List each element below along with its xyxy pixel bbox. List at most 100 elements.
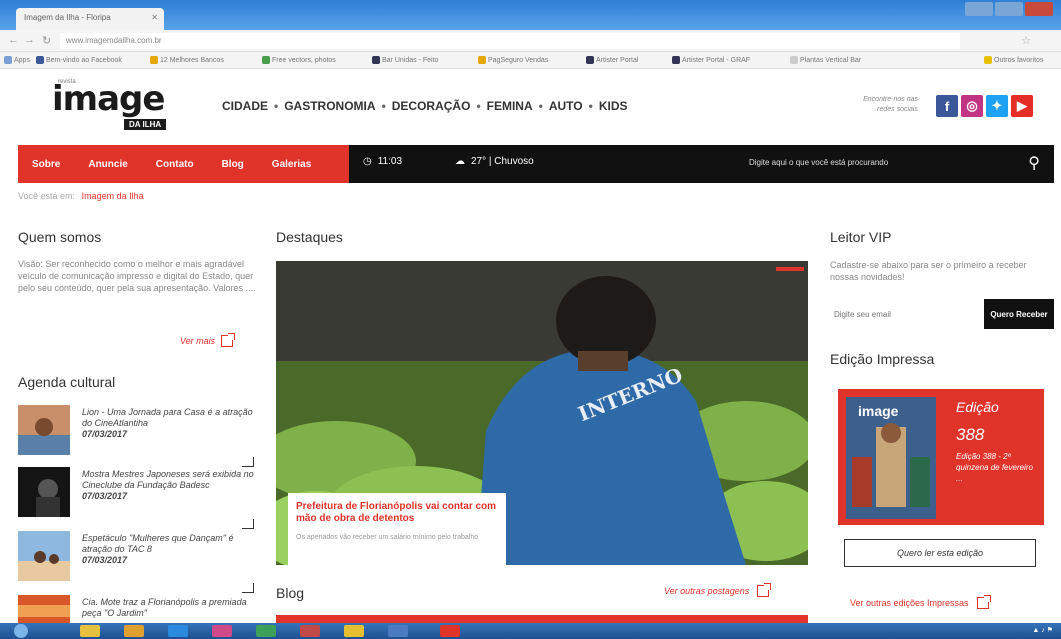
agenda-text: Espetáculo "Mulheres que Dançam" é atraç… (82, 533, 258, 566)
app-icon[interactable] (124, 625, 144, 637)
weather-text: 27° | Chuvoso (471, 156, 534, 167)
bookmark-item[interactable]: Plantas Vertical Bar (790, 56, 861, 64)
blog-more-label: Ver outras postagens (664, 586, 750, 596)
back-icon[interactable]: ← (8, 34, 19, 46)
minimize-button[interactable] (965, 2, 993, 16)
twitter-icon[interactable]: ✦ (986, 95, 1008, 117)
featured-headline[interactable]: Prefeitura de Florianópolis vai contar c… (296, 501, 498, 525)
external-link-icon (976, 595, 991, 609)
featured-subtitle: Os apenados vão receber um salário mínim… (296, 534, 479, 541)
weather: ☁ 27° | Chuvoso (455, 156, 534, 167)
editions-more-link[interactable]: Ver outras edições Impressas (850, 595, 991, 609)
bookmark-star-icon[interactable]: ☆ (1021, 34, 1031, 47)
nav-femina[interactable]: FEMINA (487, 99, 533, 113)
external-link-icon (221, 333, 236, 347)
bookmark-folder[interactable]: Outros favoritos (984, 56, 1043, 64)
bookmark-item[interactable]: Free vectors, photos (262, 56, 336, 64)
nav-auto[interactable]: AUTO (549, 99, 583, 113)
bookmark-item[interactable]: Artister Portal - GRAF (672, 56, 750, 64)
email-field[interactable] (830, 299, 984, 329)
menu-anuncie[interactable]: Anuncie (88, 159, 127, 170)
menu-galerias[interactable]: Galerias (272, 159, 311, 170)
start-button[interactable] (14, 624, 28, 638)
bookmark-item[interactable]: PagSeguro Vendas (478, 56, 548, 64)
browser-tab[interactable]: Imagem da Ilha - Floripa ✕ (16, 8, 164, 30)
destaques-title: Destaques (276, 229, 343, 245)
web-page: revista image DA ILHA CIDADE • GASTRONOM… (0, 69, 1061, 623)
instagram-icon[interactable]: ◎ (961, 95, 983, 117)
agenda-text: Cia. Mote traz a Florianópolis a premiad… (82, 597, 258, 619)
app-icon[interactable] (256, 625, 276, 637)
search-input[interactable]: Digite aqui o que você está procurando (749, 158, 888, 167)
close-window-button[interactable] (1025, 2, 1053, 16)
read-edition-button[interactable]: Quero ler esta edição (844, 539, 1036, 567)
print-edition-box[interactable]: image Edição 388 Edição 388 - 2ª quinzen… (838, 389, 1044, 525)
main-nav: CIDADE • GASTRONOMIA • DECORAÇÃO • FEMIN… (222, 99, 628, 113)
agenda-item-title: Espetáculo "Mulheres que Dançam" é atraç… (82, 533, 234, 554)
about-more-link[interactable]: Ver mais (180, 333, 236, 347)
reload-icon[interactable]: ↻ (42, 34, 51, 47)
edition-label: Edição (956, 399, 999, 415)
agenda-item[interactable]: Espetáculo "Mulheres que Dançam" é atraç… (18, 531, 258, 593)
explorer-icon[interactable] (80, 625, 100, 637)
youtube-icon[interactable]: ▶ (1011, 95, 1033, 117)
corner-icon (242, 583, 254, 593)
agenda-item[interactable]: Lion - Uma Jornada para Casa é a atração… (18, 405, 258, 467)
facebook-icon[interactable]: f (936, 95, 958, 117)
nav-cidade[interactable]: CIDADE (222, 99, 268, 113)
bookmark-item[interactable]: Bem-vindo ao Facebook (36, 56, 122, 64)
tab-close-icon[interactable]: ✕ (151, 13, 158, 22)
app-icon[interactable] (388, 625, 408, 637)
social-links: f ◎ ✦ ▶ (936, 95, 1033, 117)
bookmark-item[interactable]: Apps (4, 56, 30, 64)
url-field[interactable]: www.imagemdailha.com.br (60, 33, 960, 49)
app-icon[interactable] (300, 625, 320, 637)
agenda-item[interactable]: Mostra Mestres Japoneses será exibida no… (18, 467, 258, 529)
maximize-button[interactable] (995, 2, 1023, 16)
top-menu: Sobre Anuncie Contato Blog Galerias (18, 145, 349, 183)
address-bar: ← → ↻ www.imagemdailha.com.br ☆ (0, 30, 1061, 52)
nav-gastronomia[interactable]: GASTRONOMIA (284, 99, 375, 113)
magazine-cover[interactable]: image (846, 397, 936, 519)
agenda-title: Agenda cultural (18, 374, 116, 390)
nav-separator: • (381, 99, 386, 113)
breadcrumb-prefix: Você está em: (18, 191, 76, 201)
chrome-icon[interactable] (344, 625, 364, 637)
breadcrumb: Você está em: Imagem da Ilha (18, 191, 144, 201)
agenda-item-date: 07/03/2017 (82, 429, 128, 439)
agenda-item-title: Mostra Mestres Japoneses será exibida no… (82, 469, 254, 490)
nav-separator: • (588, 99, 593, 113)
nav-separator: • (538, 99, 543, 113)
edicao-title: Edição Impressa (830, 351, 935, 367)
menu-contato[interactable]: Contato (156, 159, 194, 170)
blog-preview-strip (276, 615, 808, 623)
featured-story[interactable]: INTERNO Prefeitura de Florianópolis vai … (276, 261, 808, 565)
social-caption: Encontre-nos nas redes sociais (863, 96, 918, 113)
blog-more-link[interactable]: Ver outras postagens (664, 583, 772, 597)
weather-icon: ☁ (455, 156, 465, 167)
bookmarks-bar: Apps Bem-vindo ao Facebook 12 Melhores B… (0, 52, 1061, 69)
system-tray[interactable]: ▲ ♪ ⚑ (1032, 626, 1053, 634)
clock-icon: ◷ (363, 156, 372, 167)
breadcrumb-current[interactable]: Imagem da Ilha (82, 191, 144, 201)
editions-more-label: Ver outras edições Impressas (850, 598, 969, 608)
logo-text: image (52, 79, 165, 119)
subscribe-button[interactable]: Quero Receber (984, 299, 1054, 329)
bookmark-item[interactable]: Artister Portal (586, 56, 638, 64)
forward-icon[interactable]: → (24, 34, 35, 46)
nav-separator: • (274, 99, 279, 113)
nav-decoracao[interactable]: DECORAÇÃO (392, 99, 471, 113)
app-icon[interactable] (440, 625, 460, 637)
featured-caption[interactable]: Prefeitura de Florianópolis vai contar c… (288, 493, 506, 565)
search-icon[interactable]: ⚲ (1028, 153, 1040, 173)
window-controls (965, 2, 1053, 16)
nav-kids[interactable]: KIDS (599, 99, 628, 113)
agenda-item[interactable]: Cia. Mote traz a Florianópolis a premiad… (18, 595, 258, 623)
menu-blog[interactable]: Blog (222, 159, 244, 170)
site-logo[interactable]: revista image DA ILHA (52, 79, 192, 135)
app-icon[interactable] (212, 625, 232, 637)
bookmark-item[interactable]: 12 Melhores Bancos (150, 56, 224, 64)
menu-sobre[interactable]: Sobre (32, 159, 60, 170)
app-icon[interactable] (168, 625, 188, 637)
bookmark-item[interactable]: Bar Unidas - Feito (372, 56, 438, 64)
